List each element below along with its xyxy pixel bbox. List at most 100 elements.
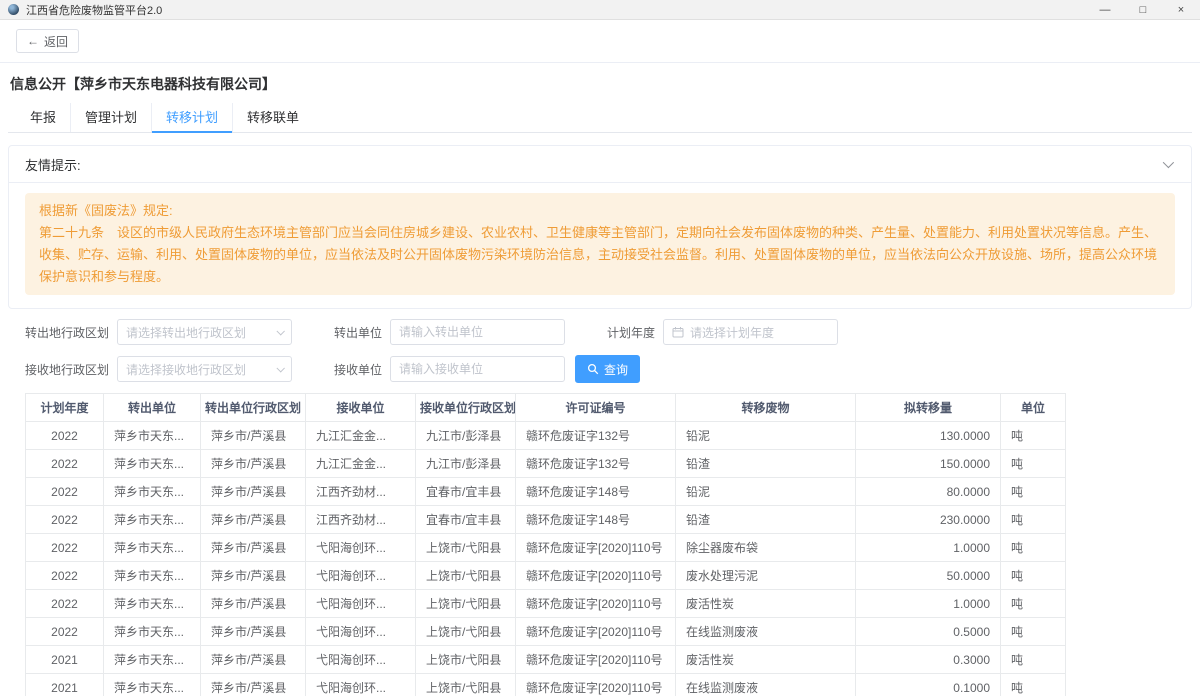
table-row: 2022萍乡市天东...萍乡市/芦溪县九江汇金金...九江市/彭泽县赣环危废证字… (26, 450, 1066, 478)
table-cell: 上饶市/弋阳县 (416, 618, 516, 646)
table-cell: 2022 (26, 562, 104, 590)
table-cell: 赣环危废证字[2020]110号 (516, 674, 676, 696)
tab-management-plan[interactable]: 管理计划 (70, 103, 151, 132)
table-cell: 萍乡市/芦溪县 (201, 450, 306, 478)
table-cell: 萍乡市/芦溪县 (201, 478, 306, 506)
transfer-plan-table: 计划年度 转出单位 转出单位行政区划 接收单位 接收单位行政区划 许可证编号 转… (25, 393, 1065, 696)
table-cell: 赣环危废证字132号 (516, 422, 676, 450)
table-cell: 50.0000 (856, 562, 1001, 590)
maximize-icon[interactable]: □ (1124, 0, 1162, 19)
table-cell: 赣环危废证字[2020]110号 (516, 534, 676, 562)
table-cell: 上饶市/弋阳县 (416, 674, 516, 696)
table-cell: 吨 (1001, 506, 1066, 534)
table-cell: 2022 (26, 450, 104, 478)
tab-transfer-manifest[interactable]: 转移联单 (232, 103, 313, 132)
col-header: 接收单位 (306, 394, 416, 422)
table-cell: 九江汇金金... (306, 422, 416, 450)
table-row: 2022萍乡市天东...萍乡市/芦溪县九江汇金金...九江市/彭泽县赣环危废证字… (26, 422, 1066, 450)
table-cell: 萍乡市/芦溪县 (201, 562, 306, 590)
in-unit-label: 接收单位 (334, 361, 382, 378)
table-cell: 弋阳海创环... (306, 590, 416, 618)
filter-form: 转出地行政区划 请选择转出地行政区划 转出单位 计划年度 请选择计划年度 接收地… (25, 319, 1200, 383)
back-arrow-icon: ← (27, 34, 39, 48)
table-cell: 2022 (26, 590, 104, 618)
table-cell: 吨 (1001, 562, 1066, 590)
out-unit-input[interactable] (399, 325, 556, 339)
table-cell: 江西齐劲材... (306, 506, 416, 534)
table-cell: 130.0000 (856, 422, 1001, 450)
col-header: 计划年度 (26, 394, 104, 422)
notice-paragraph: 第二十九条 设区的市级人民政府生态环境主管部门应当会同住房城乡建设、农业农村、卫… (39, 222, 1161, 288)
table-cell: 萍乡市天东... (104, 506, 201, 534)
table-cell: 230.0000 (856, 506, 1001, 534)
table-cell: 上饶市/弋阳县 (416, 646, 516, 674)
out-region-select[interactable]: 请选择转出地行政区划 (117, 319, 292, 345)
in-region-placeholder: 请选择接收地行政区划 (126, 361, 277, 378)
table-row: 2021萍乡市天东...萍乡市/芦溪县弋阳海创环...上饶市/弋阳县赣环危废证字… (26, 646, 1066, 674)
table-cell: 铅渣 (676, 450, 856, 478)
table-cell: 赣环危废证字148号 (516, 478, 676, 506)
back-label: 返回 (44, 33, 68, 50)
table-cell: 吨 (1001, 422, 1066, 450)
table-cell: 弋阳海创环... (306, 618, 416, 646)
notice-collapse-header[interactable]: 友情提示: (9, 146, 1191, 183)
search-icon (587, 363, 599, 375)
close-icon[interactable]: × (1162, 0, 1200, 19)
in-region-select[interactable]: 请选择接收地行政区划 (117, 356, 292, 382)
table-cell: 赣环危废证字[2020]110号 (516, 618, 676, 646)
table-cell: 2022 (26, 478, 104, 506)
table-cell: 萍乡市/芦溪县 (201, 534, 306, 562)
table-cell: 铅泥 (676, 478, 856, 506)
in-unit-input[interactable] (399, 362, 556, 376)
table-cell: 赣环危废证字[2020]110号 (516, 646, 676, 674)
plan-year-datepicker[interactable]: 请选择计划年度 (663, 319, 838, 345)
table-cell: 吨 (1001, 590, 1066, 618)
table-cell: 0.1000 (856, 674, 1001, 696)
table-row: 2022萍乡市天东...萍乡市/芦溪县弋阳海创环...上饶市/弋阳县赣环危废证字… (26, 618, 1066, 646)
search-button[interactable]: 查询 (575, 355, 640, 383)
col-header: 转出单位行政区划 (201, 394, 306, 422)
col-header: 拟转移量 (856, 394, 1001, 422)
table-cell: 九江汇金金... (306, 450, 416, 478)
table-cell: 吨 (1001, 674, 1066, 696)
table-cell: 吨 (1001, 534, 1066, 562)
table-cell: 0.3000 (856, 646, 1001, 674)
chevron-down-icon (276, 327, 284, 335)
chevron-down-icon (276, 364, 284, 372)
col-header: 许可证编号 (516, 394, 676, 422)
table-cell: 宜春市/宜丰县 (416, 478, 516, 506)
tab-transfer-plan[interactable]: 转移计划 (151, 103, 232, 132)
table-cell: 铅渣 (676, 506, 856, 534)
window-controls: — □ × (1086, 0, 1200, 19)
tab-bar: 年报 管理计划 转移计划 转移联单 (8, 103, 1192, 133)
table-cell: 萍乡市天东... (104, 674, 201, 696)
table-row: 2022萍乡市天东...萍乡市/芦溪县江西齐劲材...宜春市/宜丰县赣环危废证字… (26, 478, 1066, 506)
notice-line1: 根据新《固废法》规定: (39, 200, 1161, 222)
minimize-icon[interactable]: — (1086, 0, 1124, 19)
table-cell: 萍乡市/芦溪县 (201, 646, 306, 674)
back-button[interactable]: ← 返回 (16, 29, 79, 53)
table-cell: 萍乡市天东... (104, 478, 201, 506)
out-unit-input-wrap (390, 319, 565, 345)
out-unit-label: 转出单位 (334, 324, 382, 341)
table-cell: 废活性炭 (676, 590, 856, 618)
in-unit-input-wrap (390, 356, 565, 382)
tab-annual-report[interactable]: 年报 (16, 103, 70, 132)
table-cell: 萍乡市天东... (104, 646, 201, 674)
table-cell: 2022 (26, 422, 104, 450)
table-cell: 萍乡市天东... (104, 534, 201, 562)
col-header: 接收单位行政区划 (416, 394, 516, 422)
table-row: 2022萍乡市天东...萍乡市/芦溪县弋阳海创环...上饶市/弋阳县赣环危废证字… (26, 562, 1066, 590)
out-region-label: 转出地行政区划 (25, 324, 109, 341)
table-row: 2022萍乡市天东...萍乡市/芦溪县弋阳海创环...上饶市/弋阳县赣环危废证字… (26, 534, 1066, 562)
table-cell: 1.0000 (856, 590, 1001, 618)
table-cell: 萍乡市天东... (104, 618, 201, 646)
table-cell: 150.0000 (856, 450, 1001, 478)
filter-row-2: 接收地行政区划 请选择接收地行政区划 接收单位 查询 (25, 355, 1200, 383)
back-toolbar: ← 返回 (0, 20, 1200, 63)
out-region-placeholder: 请选择转出地行政区划 (126, 324, 277, 341)
table-cell: 2022 (26, 506, 104, 534)
table-header-row: 计划年度 转出单位 转出单位行政区划 接收单位 接收单位行政区划 许可证编号 转… (26, 394, 1066, 422)
notice-panel: 友情提示: 根据新《固废法》规定: 第二十九条 设区的市级人民政府生态环境主管部… (8, 145, 1192, 309)
table-cell: 萍乡市天东... (104, 590, 201, 618)
